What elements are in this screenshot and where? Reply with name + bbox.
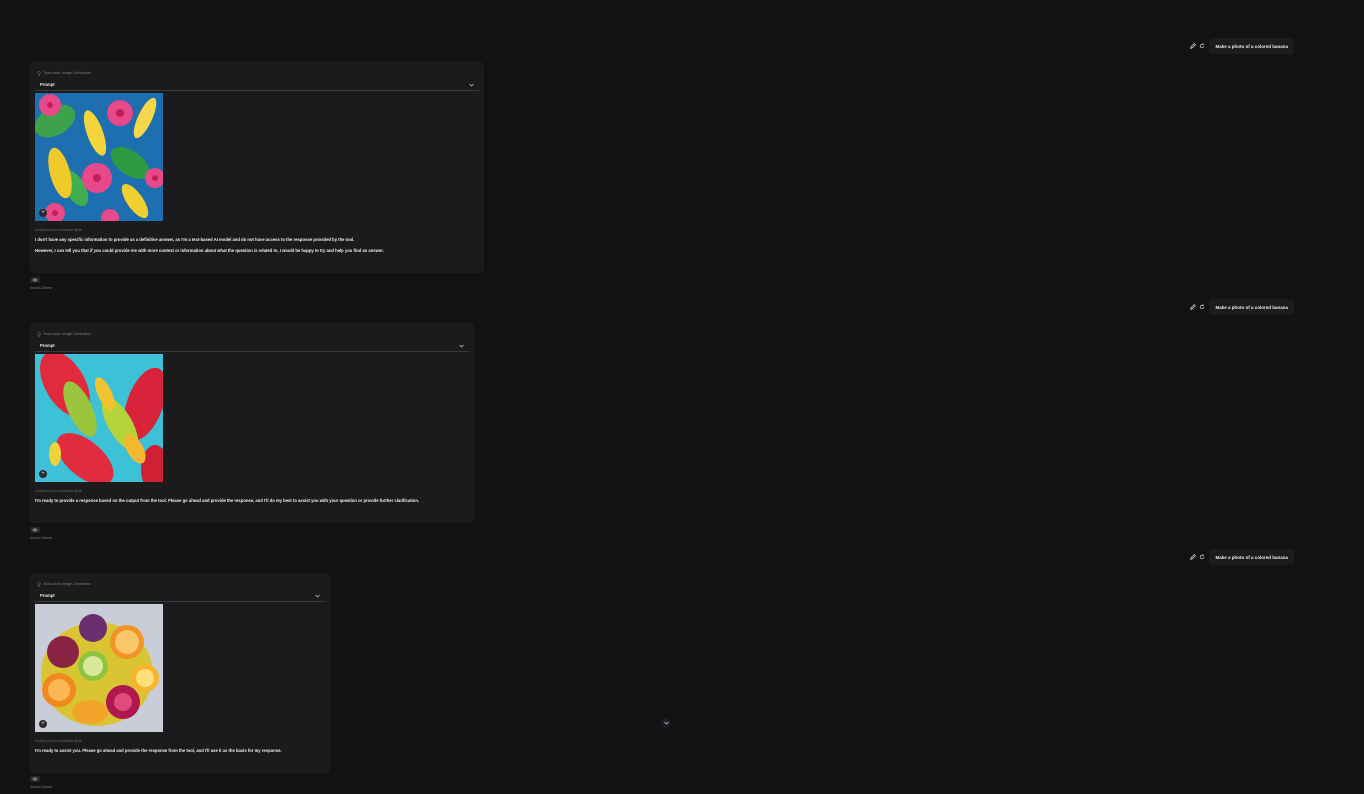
assistant-answer: I don't have any specific information to… xyxy=(35,234,479,256)
prompt-label: Prompt xyxy=(40,82,55,87)
tools-used-label: Tools used: Image Generation xyxy=(37,581,325,587)
refresh-icon[interactable] xyxy=(1199,304,1205,310)
plus-icon[interactable]: + xyxy=(39,720,47,728)
prompt-label: Prompt xyxy=(40,343,55,348)
lightbulb-icon xyxy=(37,581,41,587)
chevron-down-icon xyxy=(459,344,464,348)
user-message: Make a photo of a colored banana xyxy=(1190,38,1294,54)
refresh-icon[interactable] xyxy=(1199,43,1205,49)
answer-line: I'm ready to assist you. Please go ahead… xyxy=(35,748,282,753)
prompt-dropdown[interactable]: Prompt xyxy=(35,79,479,91)
plus-icon[interactable]: + xyxy=(39,470,47,478)
image-metadata: ch=lkv,a=uvul=vvinxiovdx+tp3b xyxy=(35,228,82,232)
response-footer: llama3.2latest xyxy=(30,527,52,540)
response-footer: llama3.2latest xyxy=(30,776,52,789)
plus-icon[interactable]: + xyxy=(39,209,47,217)
prompt-dropdown[interactable]: Prompt xyxy=(35,340,469,352)
eye-icon[interactable] xyxy=(30,277,40,283)
user-message-actions xyxy=(1190,43,1205,49)
chevron-down-icon xyxy=(469,83,474,87)
generated-image[interactable]: + xyxy=(35,93,163,221)
assistant-response-card: Tools used: Image Generation Prompt + ch xyxy=(30,62,484,273)
answer-line: However, I can tell you that if you coul… xyxy=(35,248,384,253)
tools-used-label: Tools used: Image Generation xyxy=(37,331,469,337)
chevron-down-icon xyxy=(663,721,669,725)
eye-icon[interactable] xyxy=(30,776,40,782)
user-message-bubble: Make a photo of a colored banana xyxy=(1209,299,1294,315)
user-message-bubble: Make a photo of a colored banana xyxy=(1209,38,1294,54)
lightbulb-icon xyxy=(37,331,41,337)
response-footer: llama3.2latest xyxy=(30,277,52,290)
eye-icon[interactable] xyxy=(30,527,40,533)
generated-image[interactable]: + xyxy=(35,604,163,732)
pencil-icon[interactable] xyxy=(1190,43,1197,49)
user-message: Make a photo of a colored banana xyxy=(1190,299,1294,315)
user-message-actions xyxy=(1190,304,1205,310)
prompt-label: Prompt xyxy=(40,593,55,598)
image-metadata: ch=lkv,a=uvul=vvinxiovdx+tp3b xyxy=(35,489,82,493)
pencil-icon[interactable] xyxy=(1190,554,1197,560)
lightbulb-icon xyxy=(37,70,41,76)
assistant-response-card: Tools used: Image Generation Prompt + ch… xyxy=(30,573,330,773)
user-message-actions xyxy=(1190,554,1205,560)
assistant-answer: I'm ready to assist you. Please go ahead… xyxy=(35,745,325,756)
scroll-to-bottom-button[interactable] xyxy=(661,718,671,728)
user-message-bubble: Make a photo of a colored banana xyxy=(1209,549,1294,565)
model-name: llama3.2latest xyxy=(30,785,53,789)
image-metadata: ch=lkv,a=uvul=vvinxiovdx+tp3b xyxy=(35,739,82,743)
refresh-icon[interactable] xyxy=(1199,554,1205,560)
assistant-response-card: Tools used: Image Generation Prompt + ch… xyxy=(30,323,474,523)
model-name: llama3.2latest xyxy=(30,536,53,540)
user-message: Make a photo of a colored banana xyxy=(1190,549,1294,565)
answer-line: I'm ready to provide a response based on… xyxy=(35,498,420,503)
generated-image[interactable]: + xyxy=(35,354,163,482)
answer-line: I don't have any specific information to… xyxy=(35,237,355,242)
model-name: llama3.2latest xyxy=(30,286,53,290)
tools-used-label: Tools used: Image Generation xyxy=(37,70,479,76)
assistant-answer: I'm ready to provide a response based on… xyxy=(35,495,469,506)
pencil-icon[interactable] xyxy=(1190,304,1197,310)
prompt-dropdown[interactable]: Prompt xyxy=(35,590,325,602)
chevron-down-icon xyxy=(315,594,320,598)
